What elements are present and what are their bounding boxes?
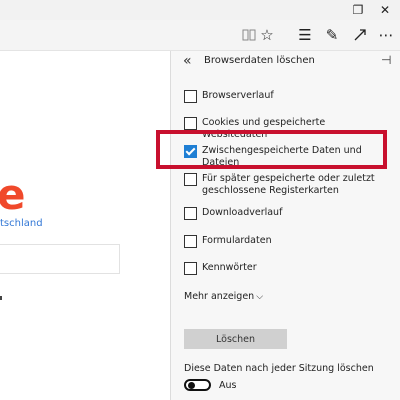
web-note-icon[interactable]: ✎ bbox=[320, 25, 344, 45]
show-more-link[interactable]: Mehr anzeigen ⌵ bbox=[184, 291, 263, 302]
logo: e bbox=[0, 170, 26, 219]
checkbox[interactable] bbox=[184, 117, 197, 130]
option-label: Kennwörter bbox=[202, 262, 257, 273]
show-more-label: Mehr anzeigen bbox=[184, 291, 255, 302]
more-icon[interactable]: ⋯ bbox=[374, 25, 398, 45]
restore-icon[interactable]: ❐ bbox=[345, 0, 371, 20]
option-passwords[interactable]: Kennwörter bbox=[184, 262, 382, 275]
window-edge-icon bbox=[0, 0, 26, 20]
option-saved-tabs[interactable]: Für später gespeicherte oder zuletzt ges… bbox=[184, 173, 382, 197]
page-marker bbox=[0, 296, 2, 300]
toggle-knob bbox=[188, 382, 195, 389]
share-icon[interactable] bbox=[348, 25, 372, 45]
option-download-history[interactable]: Downloadverlauf bbox=[184, 207, 382, 220]
web-page: e tschland bbox=[0, 51, 170, 400]
toggle-state-label: Aus bbox=[219, 380, 237, 391]
back-icon[interactable]: « bbox=[183, 53, 192, 69]
checkbox[interactable] bbox=[184, 262, 197, 275]
panel-title: Browserdaten löschen bbox=[204, 55, 315, 66]
option-browsing-history[interactable]: Browserverlauf bbox=[184, 90, 382, 103]
option-label: Formulardaten bbox=[202, 235, 272, 246]
chevron-down-icon: ⌵ bbox=[256, 292, 264, 302]
clear-button[interactable]: Löschen bbox=[184, 329, 287, 349]
option-label: Browserverlauf bbox=[202, 90, 274, 101]
option-label: Für später gespeicherte oder zuletzt ges… bbox=[202, 173, 375, 196]
share-icon bbox=[354, 29, 366, 41]
close-icon[interactable]: ✕ bbox=[372, 0, 398, 20]
reading-view-icon bbox=[242, 29, 256, 41]
search-input[interactable] bbox=[0, 244, 120, 274]
checkbox[interactable] bbox=[184, 235, 197, 248]
browser-toolbar: ☆ ☰ ✎ ⋯ bbox=[0, 20, 400, 51]
clear-after-session-label: Diese Daten nach jeder Sitzung löschen bbox=[184, 363, 374, 374]
pin-icon[interactable]: ⊣ bbox=[381, 53, 391, 67]
option-form-data[interactable]: Formulardaten bbox=[184, 235, 382, 248]
checkbox[interactable] bbox=[184, 173, 197, 186]
clear-browsing-data-panel: « Browserdaten löschen ⊣ Browserverlauf … bbox=[170, 51, 400, 400]
highlight-box bbox=[156, 130, 387, 169]
favorite-star-icon[interactable]: ☆ bbox=[255, 25, 279, 45]
hub-icon[interactable]: ☰ bbox=[293, 25, 317, 45]
checkbox[interactable] bbox=[184, 90, 197, 103]
country-link[interactable]: tschland bbox=[0, 218, 43, 229]
panel-header: « Browserdaten löschen ⊣ bbox=[171, 51, 400, 73]
clear-after-session-toggle[interactable] bbox=[184, 379, 211, 391]
option-label: Downloadverlauf bbox=[202, 207, 283, 218]
checkbox[interactable] bbox=[184, 207, 197, 220]
title-bar: ❐ ✕ bbox=[0, 0, 400, 20]
